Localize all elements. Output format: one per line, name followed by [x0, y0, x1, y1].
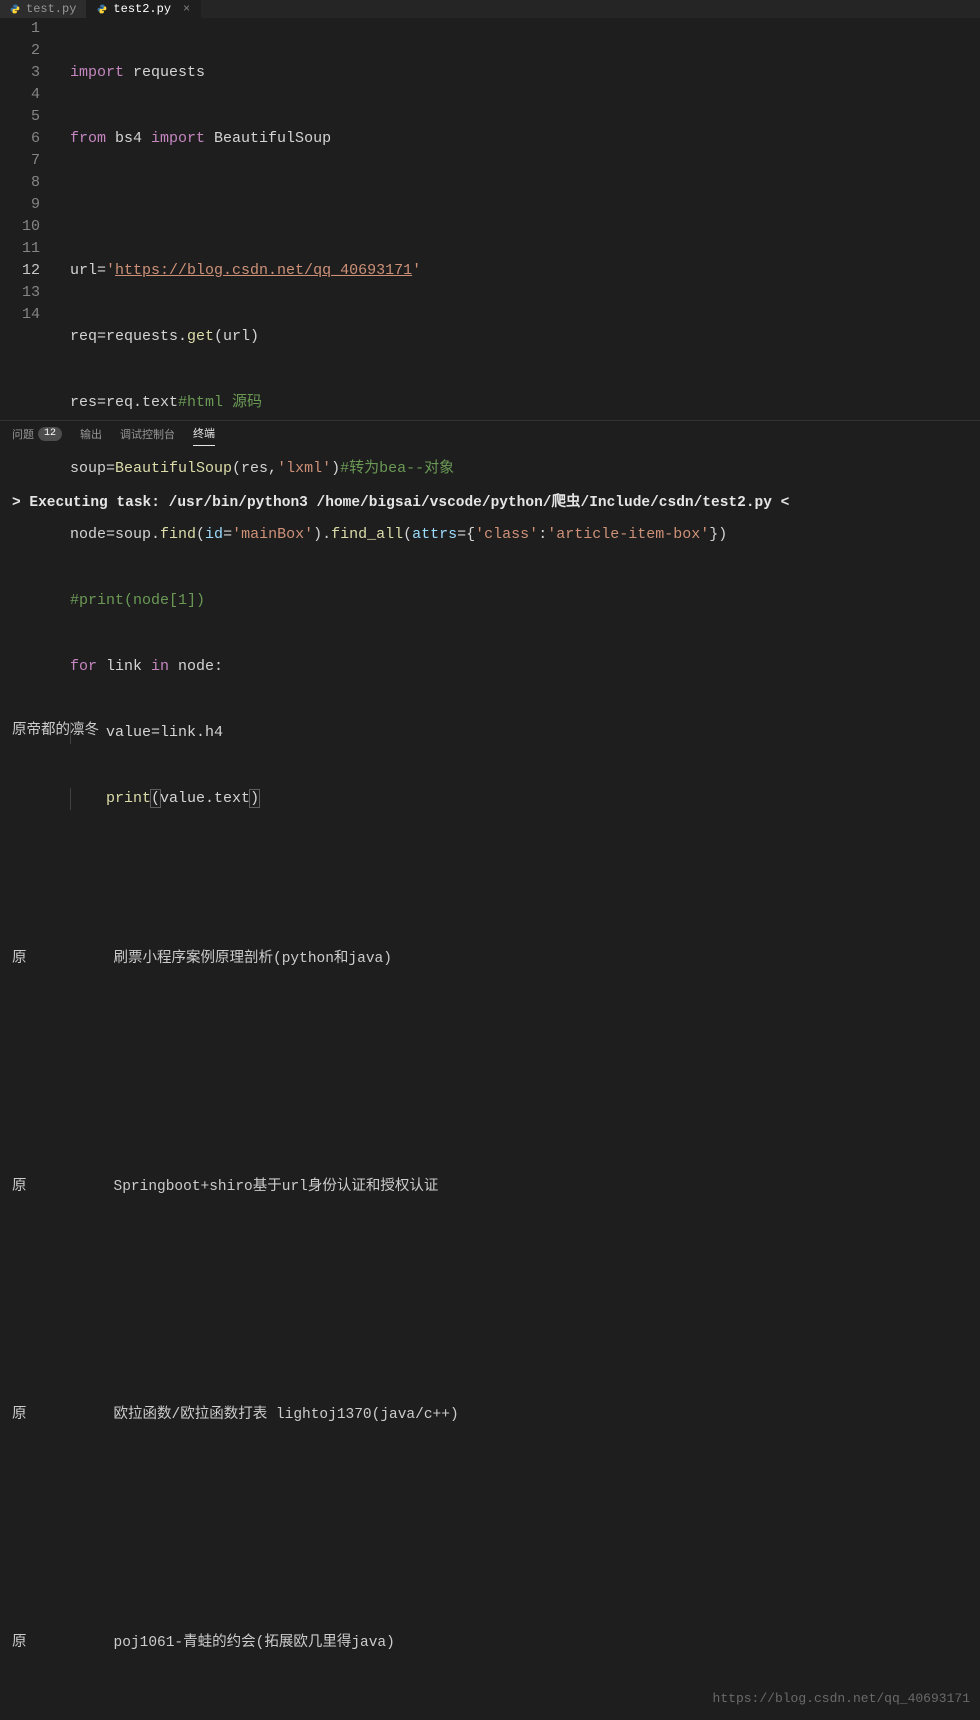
tab-label: test.py	[26, 2, 76, 16]
tab-bar: test.py test2.py ×	[0, 0, 980, 18]
code-line: res=req.text#html 源码	[50, 392, 980, 414]
python-icon	[97, 4, 107, 14]
terminal-exec-line: > Executing task: /usr/bin/python3 /home…	[12, 494, 968, 513]
line-gutter: 1 2 3 4 5 6 7 8 9 10 11 12 13 14	[0, 18, 50, 420]
terminal[interactable]: > Executing task: /usr/bin/python3 /home…	[0, 446, 980, 1720]
close-icon[interactable]: ×	[183, 2, 190, 16]
bottom-panel: 问题 12 输出 调试控制台 终端 > Executing task: /usr…	[0, 420, 980, 885]
code-line: from bs4 import BeautifulSoup	[50, 128, 980, 150]
code-area[interactable]: import requests from bs4 import Beautifu…	[50, 18, 980, 420]
python-icon	[10, 4, 20, 14]
tab-test-py[interactable]: test.py	[0, 0, 87, 18]
tab-test2-py[interactable]: test2.py ×	[87, 0, 201, 18]
code-line: req=requests.get(url)	[50, 326, 980, 348]
code-line: url='https://blog.csdn.net/qq_40693171'	[50, 260, 980, 282]
editor[interactable]: 1 2 3 4 5 6 7 8 9 10 11 12 13 14 import …	[0, 18, 980, 420]
code-line	[50, 194, 980, 216]
watermark: https://blog.csdn.net/qq_40693171	[713, 1689, 970, 1708]
code-line: import requests	[50, 62, 980, 84]
tab-label: test2.py	[113, 2, 171, 16]
